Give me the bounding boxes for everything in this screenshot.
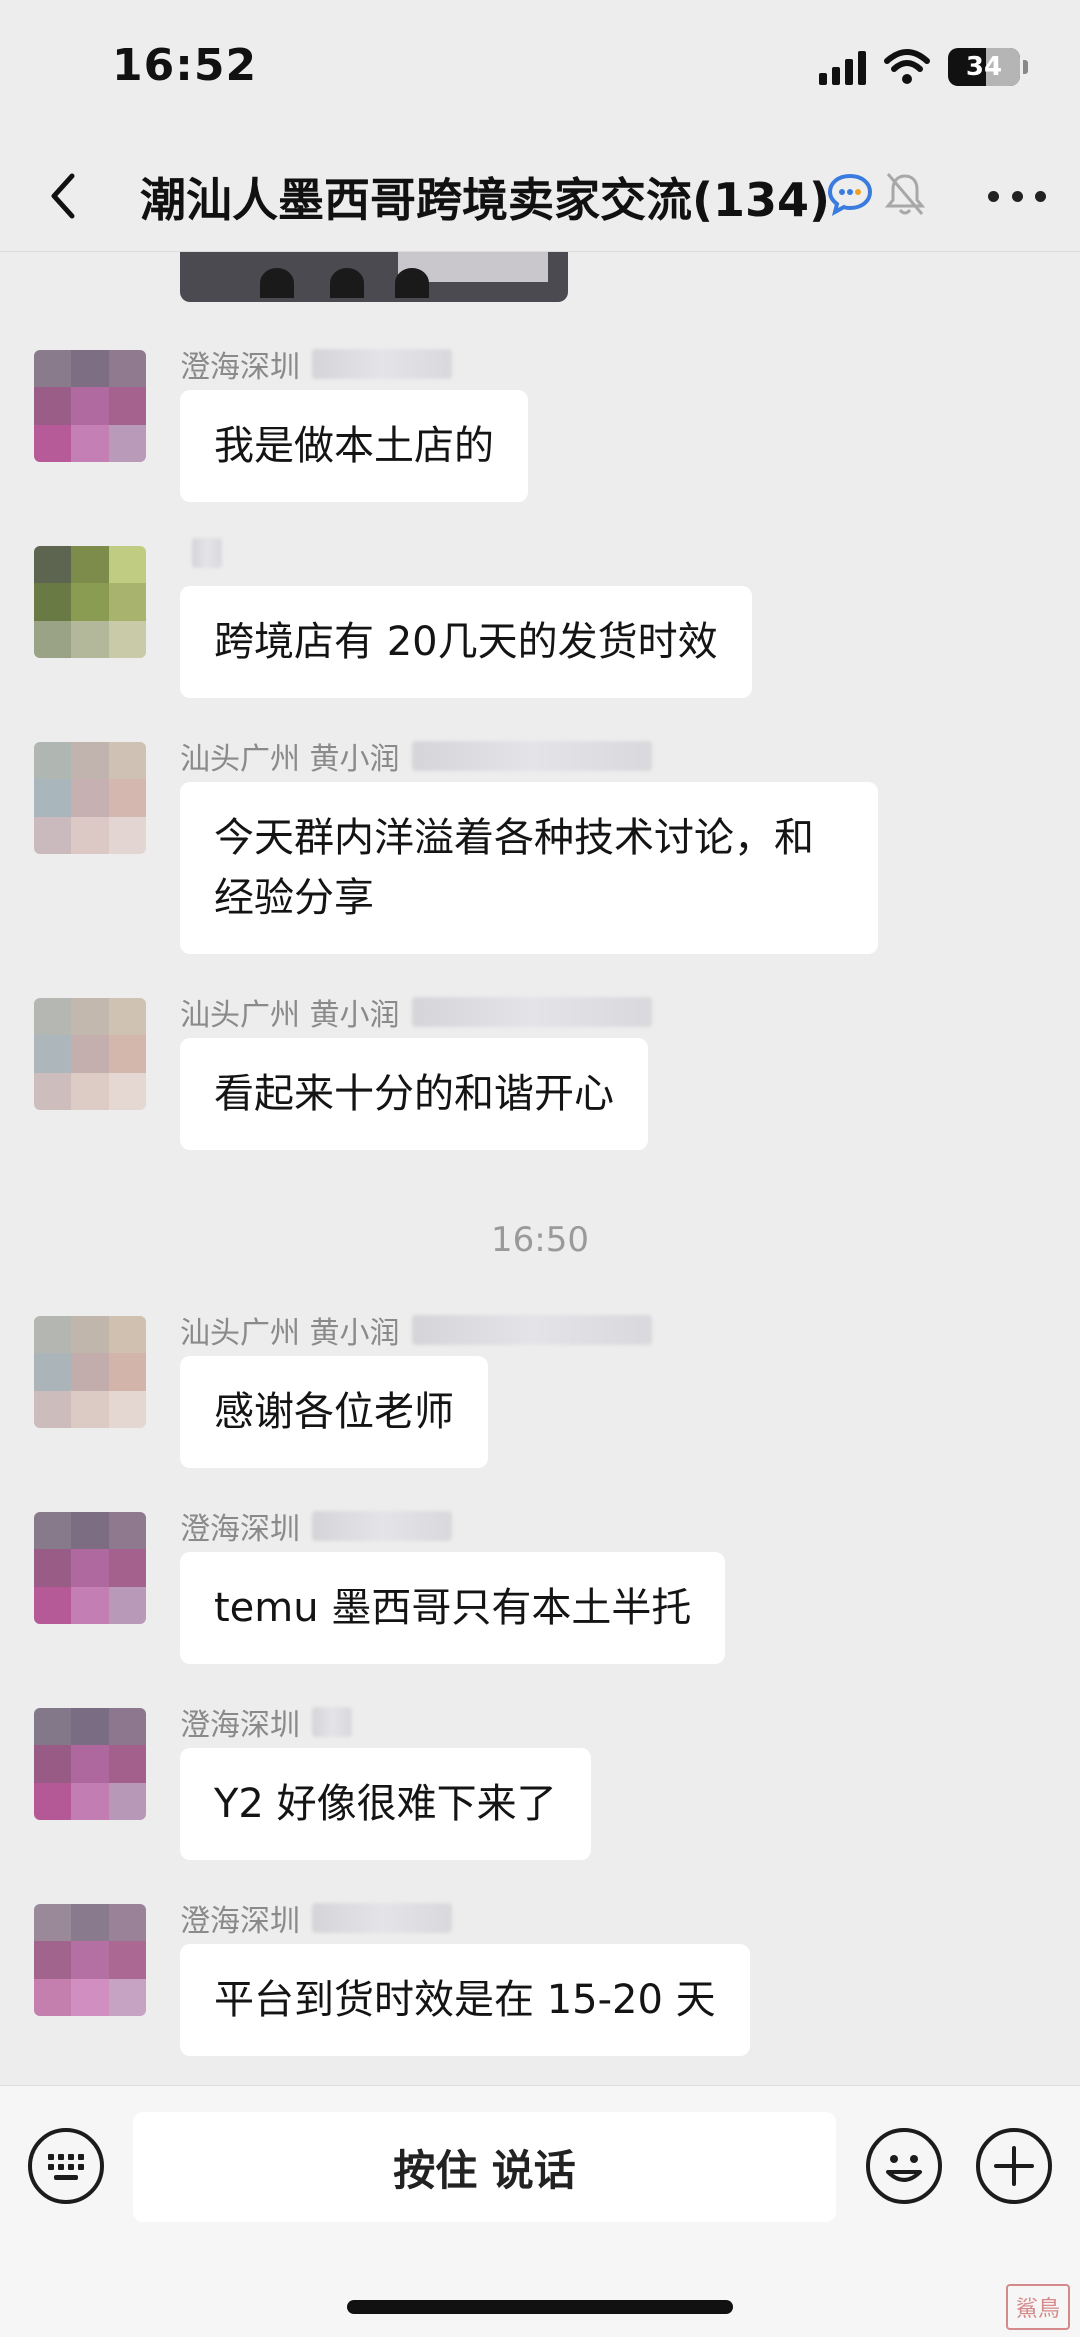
wifi-icon bbox=[884, 49, 930, 84]
message-timestamp: 16:50 bbox=[491, 1220, 589, 1260]
sender-name: 澄海深圳 bbox=[180, 342, 452, 386]
message-bubble[interactable]: 看起来十分的和谐开心 bbox=[180, 1038, 648, 1150]
battery-level: 34 bbox=[965, 52, 1003, 82]
sender-name: 澄海深圳 bbox=[180, 1700, 352, 1744]
chat-title[interactable]: 潮汕人墨西哥跨境卖家交流(134) bbox=[140, 164, 830, 230]
avatar[interactable] bbox=[34, 1512, 146, 1624]
sender-name: 汕头广州 黄小润 bbox=[180, 990, 652, 1034]
sender-name: 汕头广州 黄小润 bbox=[180, 734, 652, 778]
more-dots-icon[interactable] bbox=[982, 166, 1052, 226]
emoji-icon[interactable] bbox=[866, 2128, 942, 2204]
avatar[interactable] bbox=[34, 1708, 146, 1820]
sender-name bbox=[180, 538, 222, 568]
message-bubble[interactable]: 今天群内洋溢着各种技术讨论，和经验分享 bbox=[180, 782, 878, 954]
message-bubble[interactable]: 我是做本土店的 bbox=[180, 390, 528, 502]
home-indicator[interactable] bbox=[347, 2300, 733, 2314]
sender-name: 澄海深圳 bbox=[180, 1896, 452, 1940]
message-bubble[interactable]: Y2 好像很难下来了 bbox=[180, 1748, 591, 1860]
message-bubble[interactable]: 平台到货时效是在 15-20 天 bbox=[180, 1944, 750, 2056]
sender-name: 澄海深圳 bbox=[180, 1504, 452, 1548]
bell-off-icon bbox=[884, 173, 926, 215]
status-bar: 16:52 34 bbox=[0, 0, 1080, 140]
chat-bubble-icon bbox=[827, 173, 873, 216]
avatar[interactable] bbox=[34, 742, 146, 854]
hold-to-talk-button[interactable]: 按住 说话 bbox=[133, 2112, 836, 2222]
avatar[interactable] bbox=[34, 546, 146, 658]
status-time: 16:52 bbox=[112, 40, 258, 91]
keyboard-icon[interactable] bbox=[28, 2128, 104, 2204]
back-icon[interactable] bbox=[38, 166, 88, 226]
message-bubble[interactable]: 跨境店有 20几天的发货时效 bbox=[180, 586, 752, 698]
avatar[interactable] bbox=[34, 998, 146, 1110]
avatar[interactable] bbox=[34, 350, 146, 462]
chat-header: 潮汕人墨西哥跨境卖家交流(134) bbox=[0, 140, 1080, 252]
message-list[interactable]: 澄海深圳 我是做本土店的 跨境店有 20几天的发货时效 汕头广州 黄小润 今天群… bbox=[0, 252, 1080, 2085]
cellular-signal-icon bbox=[819, 49, 866, 85]
battery-icon: 34 bbox=[948, 48, 1028, 86]
message-bubble[interactable]: temu 墨西哥只有本土半托 bbox=[180, 1552, 726, 1664]
plus-circle-icon[interactable] bbox=[976, 2128, 1052, 2204]
sender-name: 汕头广州 黄小润 bbox=[180, 1308, 652, 1352]
watermark-logo: 鯊鳥 bbox=[1006, 2284, 1070, 2330]
avatar[interactable] bbox=[34, 1904, 146, 2016]
message-bubble[interactable]: 感谢各位老师 bbox=[180, 1356, 488, 1468]
avatar[interactable] bbox=[34, 1316, 146, 1428]
status-icons: 34 bbox=[819, 48, 1028, 86]
image-message-preview[interactable] bbox=[180, 252, 568, 302]
